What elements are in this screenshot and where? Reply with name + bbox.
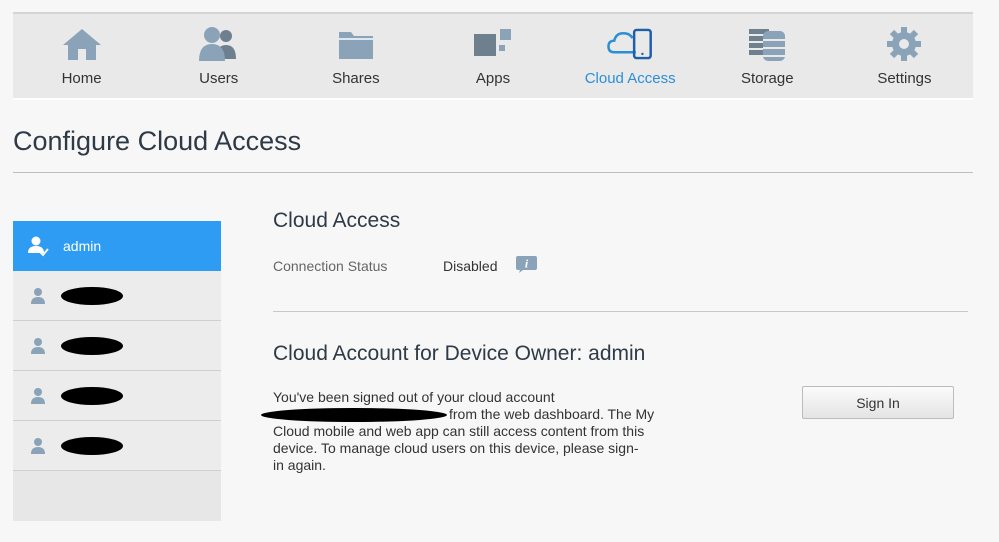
user-item-admin[interactable]: admin: [13, 221, 221, 271]
user-item[interactable]: [13, 321, 221, 371]
section-divider: [273, 311, 968, 312]
message-line: from the web dashboard. The My: [449, 406, 655, 422]
nav-storage-label: Storage: [741, 70, 794, 87]
user-item[interactable]: [13, 421, 221, 471]
info-icon[interactable]: i: [514, 254, 538, 274]
nav-shares-label: Shares: [332, 70, 380, 87]
user-icon: [27, 335, 49, 357]
nav-cloud-access-label: Cloud Access: [584, 70, 676, 87]
nav-shares[interactable]: Shares: [287, 14, 424, 98]
cloud-account-heading: Cloud Account for Device Owner: admin: [273, 342, 646, 365]
nav-settings[interactable]: Settings: [836, 14, 973, 98]
message-line: Cloud mobile and web app can still acces…: [273, 423, 645, 439]
message-line: You've been signed out of your cloud acc…: [273, 389, 555, 405]
user-name: admin: [63, 237, 102, 254]
nav-home[interactable]: Home: [13, 14, 150, 98]
redacted-username: [61, 286, 123, 305]
nav-apps[interactable]: Apps: [424, 14, 561, 98]
title-divider: [13, 172, 973, 173]
connection-status-value: Disabled: [443, 258, 498, 274]
user-icon: [27, 435, 49, 457]
apps-icon: [469, 24, 517, 64]
top-navigation: Home Users Shares Apps Cloud Access Stor…: [13, 12, 973, 100]
nav-users[interactable]: Users: [150, 14, 287, 98]
message-line: device. To manage cloud users on this de…: [273, 440, 639, 456]
users-icon: [195, 24, 243, 64]
message-line-redacted: from the web dashboard. The My: [261, 406, 693, 423]
nav-apps-label: Apps: [475, 70, 511, 87]
signed-out-message: You've been signed out of your cloud acc…: [261, 389, 693, 474]
connection-status-label: Connection Status: [273, 258, 388, 274]
user-icon: [27, 385, 49, 407]
cloud-device-icon: [606, 24, 654, 64]
page-title: Configure Cloud Access: [13, 126, 302, 156]
nav-storage[interactable]: Storage: [699, 14, 836, 98]
nav-cloud-access[interactable]: Cloud Access: [562, 14, 699, 98]
user-icon: [27, 285, 49, 307]
user-list: admin: [13, 221, 221, 521]
message-line: in again.: [273, 457, 326, 473]
user-item[interactable]: [13, 271, 221, 321]
user-check-icon: [27, 235, 49, 257]
nav-settings-label: Settings: [877, 70, 932, 87]
folder-icon: [332, 24, 380, 64]
home-icon: [58, 24, 106, 64]
nav-users-label: Users: [199, 70, 239, 87]
redacted-username: [61, 336, 123, 355]
storage-icon: [743, 24, 791, 64]
redacted-email: [261, 408, 447, 423]
user-item[interactable]: [13, 371, 221, 421]
redacted-username: [61, 436, 123, 455]
redacted-username: [61, 386, 123, 405]
gear-icon: [880, 24, 928, 64]
cloud-access-heading: Cloud Access: [273, 209, 401, 232]
nav-home-label: Home: [61, 70, 102, 87]
sign-in-button[interactable]: Sign In: [802, 386, 954, 419]
